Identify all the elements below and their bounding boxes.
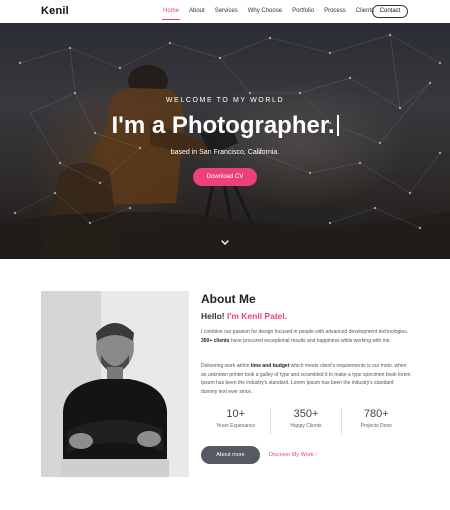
stat-label: Years Experiance (216, 423, 256, 429)
nav-link-portfolio[interactable]: Portfolio (287, 0, 319, 23)
p1-text-2: have procured exceptional results and ha… (229, 337, 391, 344)
download-cv-button[interactable]: Download CV (193, 168, 257, 186)
hero-welcome-text: WELCOME TO MY WORLD (165, 97, 285, 104)
brand-logo[interactable]: Kenil (41, 5, 69, 17)
stat-number: 780+ (363, 408, 389, 420)
about-title: About Me (201, 292, 256, 306)
contact-button[interactable]: Contact (372, 5, 408, 18)
about-photo (41, 291, 189, 477)
typing-cursor (336, 115, 339, 136)
chevron-down-icon[interactable] (219, 238, 231, 248)
p1-highlight: 350+ clients (201, 337, 230, 344)
nav-link-services[interactable]: Services (210, 0, 243, 23)
hero-title-text: I'm a Photographer. (111, 112, 335, 139)
discover-work-link[interactable]: Discover My Work › (269, 446, 317, 464)
hero-title: I'm a Photographer. (0, 112, 450, 140)
p2-text-1: Delivering work within (201, 363, 251, 369)
stat-number: 350+ (293, 408, 319, 420)
about-paragraph-2: Delivering work within time and budget w… (201, 362, 411, 396)
stats-row: 10+ Years Experiance 350+ Happy Clients … (201, 408, 411, 434)
stat-experience: 10+ Years Experiance (201, 408, 272, 434)
about-more-button[interactable]: About more (201, 446, 260, 464)
about-greeting: Hello! I'm Kenil Patel. (201, 311, 287, 321)
about-paragraph-1: I combine our passion for design focused… (201, 328, 411, 345)
hero-subtitle: based in San Francisco, California. (170, 149, 280, 156)
nav-link-about[interactable]: About (184, 0, 210, 23)
stat-projects: 780+ Projects Done (342, 408, 411, 434)
nav-menu: Home About Services Why Choose Portfolio… (158, 0, 379, 23)
nav-link-home[interactable]: Home (158, 0, 184, 23)
stat-number: 10+ (226, 408, 245, 420)
stat-clients: 350+ Happy Clients (271, 408, 342, 434)
p1-text-1: I combine our passion for design focused… (201, 329, 409, 335)
greeting-prefix: Hello! (201, 311, 227, 321)
p2-highlight: time and budget (250, 363, 290, 369)
navbar: Kenil Home About Services Why Choose Por… (0, 0, 450, 23)
stat-label: Projects Done (360, 423, 393, 429)
hero-overlay (0, 23, 450, 259)
greeting-name: I'm Kenil Patel. (226, 311, 288, 321)
stat-label: Happy Clients (290, 423, 322, 429)
nav-link-why-choose[interactable]: Why Choose (243, 0, 287, 23)
hero-section: WELCOME TO MY WORLD I'm a Photographer. … (0, 23, 450, 259)
nav-link-process[interactable]: Process (319, 0, 351, 23)
